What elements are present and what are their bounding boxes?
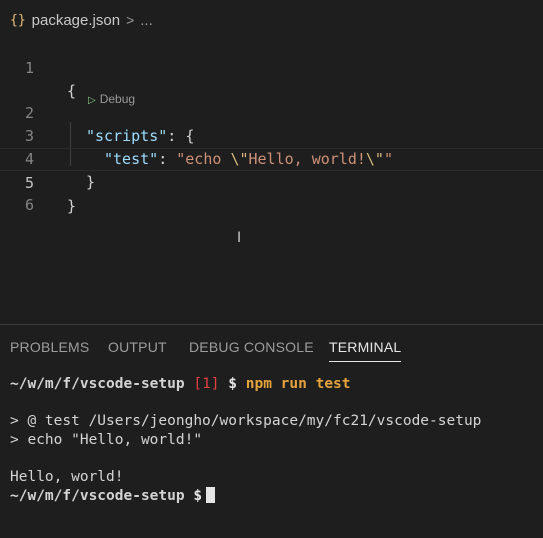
terminal[interactable]: ~/w/m/f/vscode-setup [1] $ npm run test … [10,373,481,506]
terminal-output-line: > echo "Hello, world!" [10,432,203,448]
brace-token: } [67,197,77,215]
code-text: } [67,195,76,218]
tab-terminal[interactable]: TERMINAL [329,337,402,362]
line-number: 1 [24,59,34,77]
json-file-icon: {} [10,12,26,28]
prompt-path: ~/w/m/f/vscode-setup [10,488,185,504]
tab-debug-console[interactable]: DEBUG CONSOLE [189,337,314,361]
prompt-symbol: $ [193,488,203,504]
code-line-current: 5 } [0,148,543,215]
breadcrumb-file[interactable]: package.json [32,12,120,29]
tab-problems[interactable]: PROBLEMS [10,337,89,361]
chevron-right-icon: > [126,12,135,28]
command-text: npm run test [245,376,351,392]
terminal-prompt-line: ~/w/m/f/vscode-setup [1] $ npm run test [10,375,351,394]
prompt-path: ~/w/m/f/vscode-setup [10,376,185,392]
code-line: 6 [0,171,543,214]
code-line: 2 "scripts": { [0,79,543,145]
bottom-panel: PROBLEMS OUTPUT DEBUG CONSOLE TERMINAL ~… [0,324,543,538]
code-line: 1 { [0,34,543,100]
exit-code: [1] [193,376,220,392]
terminal-prompt-line: ~/w/m/f/vscode-setup $ [10,487,216,506]
text-cursor-icon: I [237,230,242,246]
code-line: 4 } [0,125,543,191]
terminal-output-line: Hello, world! [10,469,124,485]
tab-output[interactable]: OUTPUT [108,337,167,361]
code-editor[interactable]: 1 { ▷ Debug 2 "scripts": { 3 "test": "ech… [0,32,543,324]
terminal-output-line: > @ test /Users/jeongho/workspace/my/fc2… [10,413,482,429]
panel-tabs: PROBLEMS OUTPUT DEBUG CONSOLE TERMINAL [0,325,543,365]
terminal-cursor [206,487,216,503]
prompt-symbol: $ [228,376,238,392]
line-number: 6 [24,196,34,214]
code-line: 3 "test": "echo \"Hello, world!\"" [0,102,543,168]
breadcrumb-symbols[interactable]: ... [140,12,153,29]
